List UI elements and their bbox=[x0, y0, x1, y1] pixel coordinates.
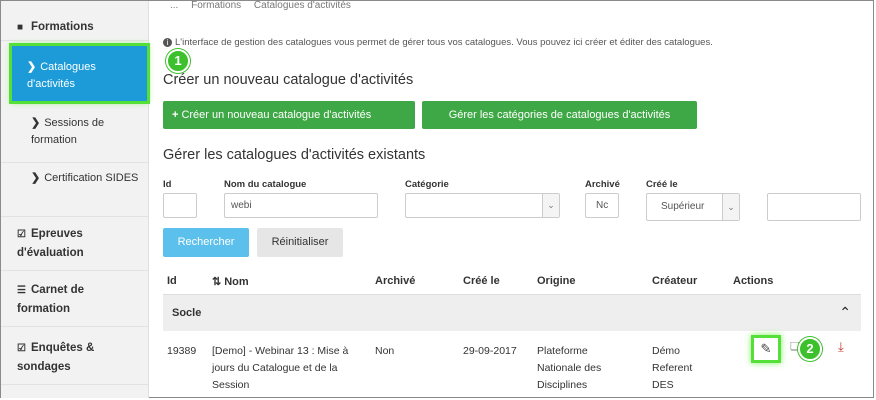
checkbox-icon: ☑ bbox=[17, 229, 26, 240]
search-button[interactable]: Rechercher bbox=[163, 228, 249, 257]
chevron-right-icon: ❯ bbox=[31, 172, 41, 184]
sidebar-item-epreuves[interactable]: ☑ Epreuves d'évaluation bbox=[1, 217, 148, 271]
sidebar-item-carnet[interactable]: ☰ Carnet de formation bbox=[1, 271, 148, 327]
reset-button[interactable]: Réinitialiser bbox=[257, 228, 343, 257]
create-catalogue-label: Créer un nouveau catalogue d'activités bbox=[181, 109, 372, 121]
breadcrumb-item[interactable]: Formations bbox=[191, 0, 241, 11]
sidebar-item-label: Enquêtes & sondages bbox=[17, 342, 95, 373]
column-header-name[interactable]: ⇅ Nom bbox=[212, 275, 249, 288]
checkbox-icon: ☑ bbox=[17, 343, 26, 354]
sidebar: ■ Formations ❯ Catalogues d'activités ❯ Ses… bbox=[1, 1, 150, 398]
breadcrumb: ... Formations Catalogues d'activités bbox=[170, 0, 361, 11]
cell-id: 19389 bbox=[167, 345, 197, 357]
table-group-row[interactable]: Socle ⌃ bbox=[163, 295, 861, 331]
sort-icon: ⇅ bbox=[212, 276, 222, 288]
step-marker-1: 1 bbox=[166, 49, 190, 73]
breadcrumb-item: Catalogues d'activités bbox=[253, 0, 351, 11]
cell-name[interactable]: [Demo] - Webinar 13 : Mise à jours du Ca… bbox=[212, 343, 367, 394]
info-icon: i bbox=[163, 38, 172, 47]
column-header-origin[interactable]: Origine bbox=[537, 275, 576, 287]
archived-filter-select[interactable]: Nc bbox=[585, 193, 619, 218]
sidebar-item-enquetes[interactable]: ☑ Enquêtes & sondages bbox=[1, 327, 148, 385]
sidebar-item-catalogues[interactable]: ❯ Catalogues d'activités bbox=[9, 43, 150, 104]
sidebar-item-label: Certification SIDES bbox=[44, 172, 139, 184]
create-catalogue-button[interactable]: + Créer un nouveau catalogue d'activités bbox=[163, 101, 415, 129]
pencil-icon: ✎ bbox=[760, 341, 772, 356]
column-header-actions: Actions bbox=[733, 275, 774, 287]
cell-archived: Non bbox=[375, 345, 395, 357]
plus-icon: + bbox=[172, 109, 179, 121]
column-header-id[interactable]: Id bbox=[167, 275, 177, 287]
sidebar-item-sessions[interactable]: ❯ Sessions de formation bbox=[1, 108, 148, 163]
chevron-right-icon: ❯ bbox=[31, 117, 41, 129]
sidebar-item-label: Catalogues d'activités bbox=[27, 61, 96, 90]
id-filter-label: Id bbox=[163, 179, 172, 190]
sidebar-item-label: Carnet de formation bbox=[17, 284, 85, 315]
created-date-input[interactable] bbox=[767, 193, 861, 221]
column-header-created[interactable]: Créé le bbox=[463, 275, 500, 287]
name-filter-input[interactable]: webi bbox=[224, 193, 378, 218]
book-icon: ■ bbox=[17, 22, 24, 33]
category-filter-label: Catégorie bbox=[405, 179, 449, 190]
chevron-down-icon: ⌄ bbox=[722, 194, 739, 220]
sidebar-item-formations[interactable]: ■ Formations bbox=[1, 1, 148, 41]
info-text: i L'interface de gestion des catalogues v… bbox=[163, 37, 713, 48]
name-filter-label: Nom du catalogue bbox=[224, 179, 307, 190]
column-header-creator[interactable]: Créateur bbox=[652, 275, 697, 287]
info-text-label: L'interface de gestion des catalogues vo… bbox=[175, 37, 713, 48]
chevron-up-icon[interactable]: ⌃ bbox=[839, 304, 851, 321]
sidebar-item-label: Formations bbox=[31, 21, 94, 33]
id-filter-input[interactable] bbox=[163, 193, 197, 218]
step-marker-2: 2 bbox=[798, 337, 822, 361]
chevron-down-icon: ⌄ bbox=[542, 194, 559, 217]
manage-categories-button[interactable]: Gérer les catégories de catalogues d'act… bbox=[422, 101, 697, 129]
created-operator-select[interactable]: Supérieur ⌄ bbox=[646, 193, 740, 221]
created-filter-label: Créé le bbox=[646, 179, 678, 190]
group-name: Socle bbox=[172, 307, 202, 319]
create-section-title: Créer un nouveau catalogue d'activités bbox=[163, 72, 414, 88]
cell-created: 29-09-2017 bbox=[463, 345, 517, 357]
cell-origin: Plateforme Nationale des Disciplines bbox=[537, 345, 602, 391]
cell-creator: Démo Referent DES bbox=[652, 345, 693, 391]
breadcrumb-item[interactable]: ... bbox=[170, 0, 178, 11]
sidebar-item-certification[interactable]: ❯ Certification SIDES bbox=[1, 163, 148, 217]
column-header-name-label: Nom bbox=[224, 276, 249, 288]
created-operator-value: Supérieur bbox=[661, 201, 705, 212]
download-icon[interactable]: ⤓ bbox=[838, 339, 844, 355]
archived-filter-label: Archivé bbox=[585, 179, 620, 190]
sidebar-item-label: Sessions de formation bbox=[31, 117, 105, 146]
manage-section-title: Gérer les catalogues d'activités existan… bbox=[163, 147, 426, 163]
edit-button[interactable]: ✎ bbox=[751, 335, 781, 363]
column-header-archived[interactable]: Archivé bbox=[375, 275, 415, 287]
list-icon: ☰ bbox=[17, 285, 26, 296]
chevron-right-icon: ❯ bbox=[27, 61, 37, 73]
category-filter-select[interactable]: ⌄ bbox=[405, 193, 560, 218]
